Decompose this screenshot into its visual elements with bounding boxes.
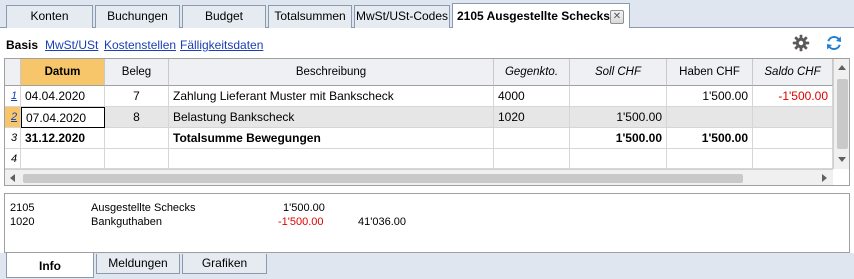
- cell-haben[interactable]: 1'500.00: [667, 128, 753, 149]
- refresh-icon[interactable]: [825, 34, 843, 52]
- row-number: 3: [5, 128, 21, 149]
- tab-buchungen[interactable]: Buchungen: [95, 5, 180, 28]
- account-card-table: Datum Beleg Beschreibung Gegenkto. Soll …: [4, 58, 850, 186]
- cell-gegenkonto[interactable]: [494, 128, 570, 149]
- cell-beleg[interactable]: 8: [105, 107, 169, 128]
- info-amount: 1'500.00: [283, 202, 325, 214]
- column-header-soll[interactable]: Soll CHF: [570, 59, 667, 86]
- document-tab-bar: Konten Buchungen Budget Totalsummen MwSt…: [0, 0, 854, 29]
- scroll-left-icon[interactable]: [10, 174, 15, 182]
- cell-soll[interactable]: [570, 149, 667, 169]
- column-header-haben[interactable]: Haben CHF: [667, 59, 753, 86]
- tab-grafiken[interactable]: Grafiken: [182, 254, 267, 274]
- cell-beschreibung[interactable]: Zahlung Lieferant Muster mit Bankscheck: [169, 86, 494, 107]
- info-balance: 41'036.00: [358, 216, 406, 228]
- tab-mwst-codes[interactable]: MwSt/USt-Codes: [354, 5, 450, 28]
- vertical-scroll-thumb[interactable]: [837, 79, 848, 149]
- cell-haben[interactable]: 1'500.00: [667, 86, 753, 107]
- row-number-header: [5, 59, 21, 86]
- info-amount: -1'500.00: [278, 216, 324, 228]
- cell-gegenkonto[interactable]: [494, 149, 570, 169]
- cell-datum[interactable]: 04.04.2020: [21, 86, 105, 107]
- row-number: 2: [5, 107, 21, 128]
- vertical-scrollbar[interactable]: [833, 59, 849, 169]
- cell-saldo[interactable]: [753, 149, 833, 169]
- cell-beschreibung[interactable]: Totalsumme Bewegungen: [169, 128, 494, 149]
- tab-budget[interactable]: Budget: [182, 5, 266, 28]
- tab-info[interactable]: Info: [6, 253, 94, 278]
- info-panel: 2105 Ausgestellte Schecks 1'500.00 1020 …: [4, 193, 850, 253]
- view-faelligkeitsdaten[interactable]: Fälligkeitsdaten: [180, 38, 263, 52]
- cell-soll[interactable]: 1'500.00: [570, 128, 667, 149]
- scroll-down-icon[interactable]: [838, 157, 846, 162]
- tab-account-card-2105[interactable]: 2105 Ausgestellte Schecks ✕: [452, 3, 630, 29]
- close-icon[interactable]: ✕: [610, 10, 624, 24]
- view-toolbar: Basis MwSt/USt Kostenstellen Fälligkeits…: [0, 28, 854, 58]
- horizontal-scrollbar[interactable]: [5, 169, 833, 185]
- cell-datum[interactable]: [21, 149, 105, 169]
- column-header-gegenkonto[interactable]: Gegenkto.: [494, 59, 570, 86]
- column-header-saldo[interactable]: Saldo CHF: [753, 59, 833, 86]
- column-header-datum[interactable]: Datum: [21, 59, 105, 86]
- cell-haben[interactable]: [667, 107, 753, 128]
- cell-gegenkonto[interactable]: 4000: [494, 86, 570, 107]
- tab-account-card-label: 2105 Ausgestellte Schecks: [457, 9, 610, 23]
- cell-beleg[interactable]: [105, 149, 169, 169]
- scroll-up-icon[interactable]: [838, 65, 846, 70]
- cell-datum[interactable]: 31.12.2020: [21, 128, 105, 149]
- bottom-tab-bar: Info Meldungen Grafiken: [0, 253, 854, 279]
- view-mwst[interactable]: MwSt/USt: [45, 38, 98, 52]
- cell-datum-editing[interactable]: 07.04.2020: [21, 107, 105, 128]
- view-kostenstellen[interactable]: Kostenstellen: [104, 38, 176, 52]
- column-header-beschreibung[interactable]: Beschreibung: [169, 59, 494, 86]
- cell-soll[interactable]: 1'500.00: [570, 107, 667, 128]
- cell-gegenkonto[interactable]: 1020: [494, 107, 570, 128]
- view-basis[interactable]: Basis: [6, 38, 38, 52]
- column-header-beleg[interactable]: Beleg: [105, 59, 169, 86]
- info-account-name: Ausgestellte Schecks: [91, 202, 196, 214]
- horizontal-scroll-thumb[interactable]: [23, 174, 743, 183]
- gear-icon[interactable]: [792, 34, 810, 52]
- cell-saldo[interactable]: [753, 128, 833, 149]
- cell-saldo[interactable]: [753, 107, 833, 128]
- cell-saldo[interactable]: -1'500.00: [753, 86, 833, 107]
- info-account-number: 1020: [10, 216, 35, 228]
- info-account-name: Bankguthaben: [91, 216, 162, 228]
- cell-beleg[interactable]: [105, 128, 169, 149]
- cell-beschreibung[interactable]: [169, 149, 494, 169]
- scroll-right-icon[interactable]: [822, 174, 827, 182]
- tab-konten[interactable]: Konten: [6, 5, 93, 28]
- cell-soll[interactable]: [570, 86, 667, 107]
- cell-beschreibung[interactable]: Belastung Bankscheck: [169, 107, 494, 128]
- tab-meldungen[interactable]: Meldungen: [96, 254, 180, 274]
- row-number: 1: [5, 86, 21, 107]
- info-account-number: 2105: [10, 202, 35, 214]
- tab-totalsummen[interactable]: Totalsummen: [268, 5, 352, 28]
- cell-haben[interactable]: [667, 149, 753, 169]
- cell-beleg[interactable]: 7: [105, 86, 169, 107]
- row-number: 4: [5, 149, 21, 169]
